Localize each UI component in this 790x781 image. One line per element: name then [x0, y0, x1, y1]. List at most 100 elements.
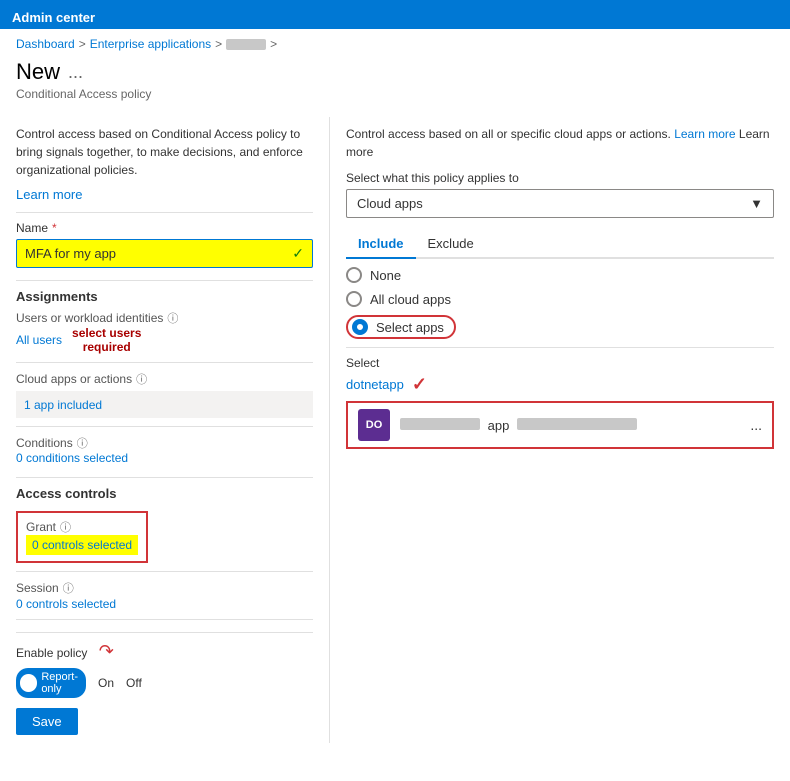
- radio-select-apps[interactable]: Select apps: [346, 315, 774, 339]
- conditions-value[interactable]: 0 conditions selected: [16, 451, 128, 465]
- users-info-icon[interactable]: ⓘ: [167, 310, 178, 326]
- right-description: Control access based on all or specific …: [346, 125, 774, 161]
- divider-2: [16, 280, 313, 281]
- right-panel: Control access based on all or specific …: [330, 117, 790, 743]
- radio-select-apps-circle: [352, 319, 368, 335]
- radio-select-apps-label: Select apps: [376, 320, 444, 335]
- breadcrumb-dashboard[interactable]: Dashboard: [16, 37, 75, 51]
- users-row: All users select users required: [16, 326, 313, 354]
- dropdown-value: Cloud apps: [357, 196, 423, 211]
- right-learn-more[interactable]: Learn more: [674, 127, 735, 141]
- users-label: Users or workload identities ⓘ: [16, 310, 313, 326]
- select-link-row: dotnetapp ✓: [346, 374, 774, 395]
- breadcrumb: Dashboard > Enterprise applications > >: [0, 29, 790, 55]
- check-icon: ✓: [292, 245, 304, 262]
- app-item-box: DO app ...: [346, 401, 774, 449]
- radio-none-circle: [346, 267, 362, 283]
- select-users-required: select users: [72, 326, 141, 340]
- header-title: Admin center: [12, 10, 95, 25]
- main-layout: Control access based on Conditional Acce…: [0, 109, 790, 751]
- name-section: Name * MFA for my app ✓: [16, 221, 313, 268]
- page-ellipsis[interactable]: ...: [68, 62, 83, 83]
- session-label: Session ⓘ: [16, 580, 313, 596]
- users-subsection: Users or workload identities ⓘ All users…: [16, 310, 313, 354]
- toggle-knob: [20, 674, 37, 692]
- divider-5: [16, 477, 313, 478]
- grant-info-icon[interactable]: ⓘ: [60, 519, 71, 535]
- page-title-text: New: [16, 59, 60, 85]
- app-more-button[interactable]: ...: [750, 417, 762, 433]
- cloud-apps-subsection: Cloud apps or actions ⓘ 1 app included: [16, 371, 313, 418]
- check-arrow-annotation: ✓: [412, 374, 427, 395]
- access-controls-section: Access controls Grant ⓘ 0 controls selec…: [16, 486, 313, 611]
- breadcrumb-enterprise-apps[interactable]: Enterprise applications: [90, 37, 211, 51]
- cloud-apps-label: Cloud apps or actions ⓘ: [16, 371, 313, 387]
- session-subsection: Session ⓘ 0 controls selected: [16, 580, 313, 611]
- radio-none[interactable]: None: [346, 267, 774, 283]
- red-arrow-annotation: ↷: [99, 641, 114, 661]
- tabs-row: Include Exclude: [346, 230, 774, 259]
- toggle-report-only[interactable]: Report-only: [16, 668, 86, 698]
- conditions-row: 0 conditions selected: [16, 451, 313, 465]
- assignments-section: Assignments Users or workload identities…: [16, 289, 313, 465]
- session-value[interactable]: 0 controls selected: [16, 597, 116, 611]
- dropdown-label: Select what this policy applies to: [346, 171, 774, 185]
- cloud-apps-value[interactable]: 1 app included: [24, 398, 102, 412]
- toggle-row: Report-only On Off: [16, 668, 313, 698]
- select-label: Select: [346, 356, 774, 370]
- conditions-label: Conditions ⓘ: [16, 435, 313, 451]
- access-controls-title: Access controls: [16, 486, 313, 501]
- conditions-info-icon[interactable]: ⓘ: [77, 435, 88, 451]
- app-name-text: app: [488, 418, 510, 433]
- dropdown-chevron-icon: ▼: [750, 196, 763, 211]
- enable-section: Enable policy ↷ Report-only On Off: [16, 632, 313, 698]
- app-name-blurred: [400, 418, 480, 430]
- cloud-apps-box: 1 app included: [16, 391, 313, 418]
- header-bar: Admin center: [0, 6, 790, 29]
- radio-all-cloud-label: All cloud apps: [370, 292, 451, 307]
- page-title-row: New ...: [16, 59, 774, 85]
- radio-all-cloud[interactable]: All cloud apps: [346, 291, 774, 307]
- select-section: Select dotnetapp ✓ DO app ...: [346, 356, 774, 449]
- app-detail-blurred: [517, 418, 637, 430]
- radio-none-label: None: [370, 268, 401, 283]
- divider-4: [16, 426, 313, 427]
- cloud-apps-info-icon[interactable]: ⓘ: [136, 371, 147, 387]
- required-star: *: [52, 221, 57, 235]
- left-learn-more[interactable]: Learn more: [16, 187, 82, 202]
- name-input[interactable]: MFA for my app ✓: [16, 239, 313, 268]
- breadcrumb-app[interactable]: [226, 37, 266, 51]
- page-subtitle: Conditional Access policy: [16, 87, 774, 101]
- left-description: Control access based on Conditional Acce…: [16, 125, 313, 179]
- grant-subsection: Grant ⓘ 0 controls selected: [16, 507, 313, 563]
- radio-all-cloud-circle: [346, 291, 362, 307]
- radio-group: None All cloud apps Select apps: [346, 267, 774, 339]
- cloud-apps-dropdown[interactable]: Cloud apps ▼: [346, 189, 774, 218]
- assignments-title: Assignments: [16, 289, 313, 304]
- toggle-on-option[interactable]: On: [98, 676, 114, 690]
- toggle-off-option[interactable]: Off: [126, 676, 142, 690]
- conditions-subsection: Conditions ⓘ 0 conditions selected: [16, 435, 313, 465]
- app-name: app: [400, 418, 740, 433]
- divider-1: [16, 212, 313, 213]
- tab-exclude[interactable]: Exclude: [416, 230, 486, 259]
- save-button[interactable]: Save: [16, 708, 78, 735]
- name-input-value: MFA for my app: [25, 246, 292, 261]
- divider-right: [346, 347, 774, 348]
- divider-7: [16, 619, 313, 620]
- dropdown-section: Select what this policy applies to Cloud…: [346, 171, 774, 218]
- enable-policy-label: Enable policy ↷: [16, 641, 313, 662]
- select-users-badge: select users required: [72, 326, 141, 354]
- session-info-icon[interactable]: ⓘ: [63, 580, 74, 596]
- dotnetapp-link[interactable]: dotnetapp: [346, 377, 404, 392]
- left-panel: Control access based on Conditional Acce…: [0, 117, 330, 743]
- users-value-link[interactable]: All users: [16, 333, 62, 347]
- grant-value-link[interactable]: 0 controls selected: [26, 535, 138, 555]
- divider-3: [16, 362, 313, 363]
- divider-6: [16, 571, 313, 572]
- tab-include[interactable]: Include: [346, 230, 416, 259]
- page-header: New ... Conditional Access policy: [0, 55, 790, 109]
- grant-box: Grant ⓘ 0 controls selected: [16, 511, 148, 563]
- select-required-text: required: [72, 340, 141, 354]
- toggle-report-text: Report-only: [37, 671, 82, 695]
